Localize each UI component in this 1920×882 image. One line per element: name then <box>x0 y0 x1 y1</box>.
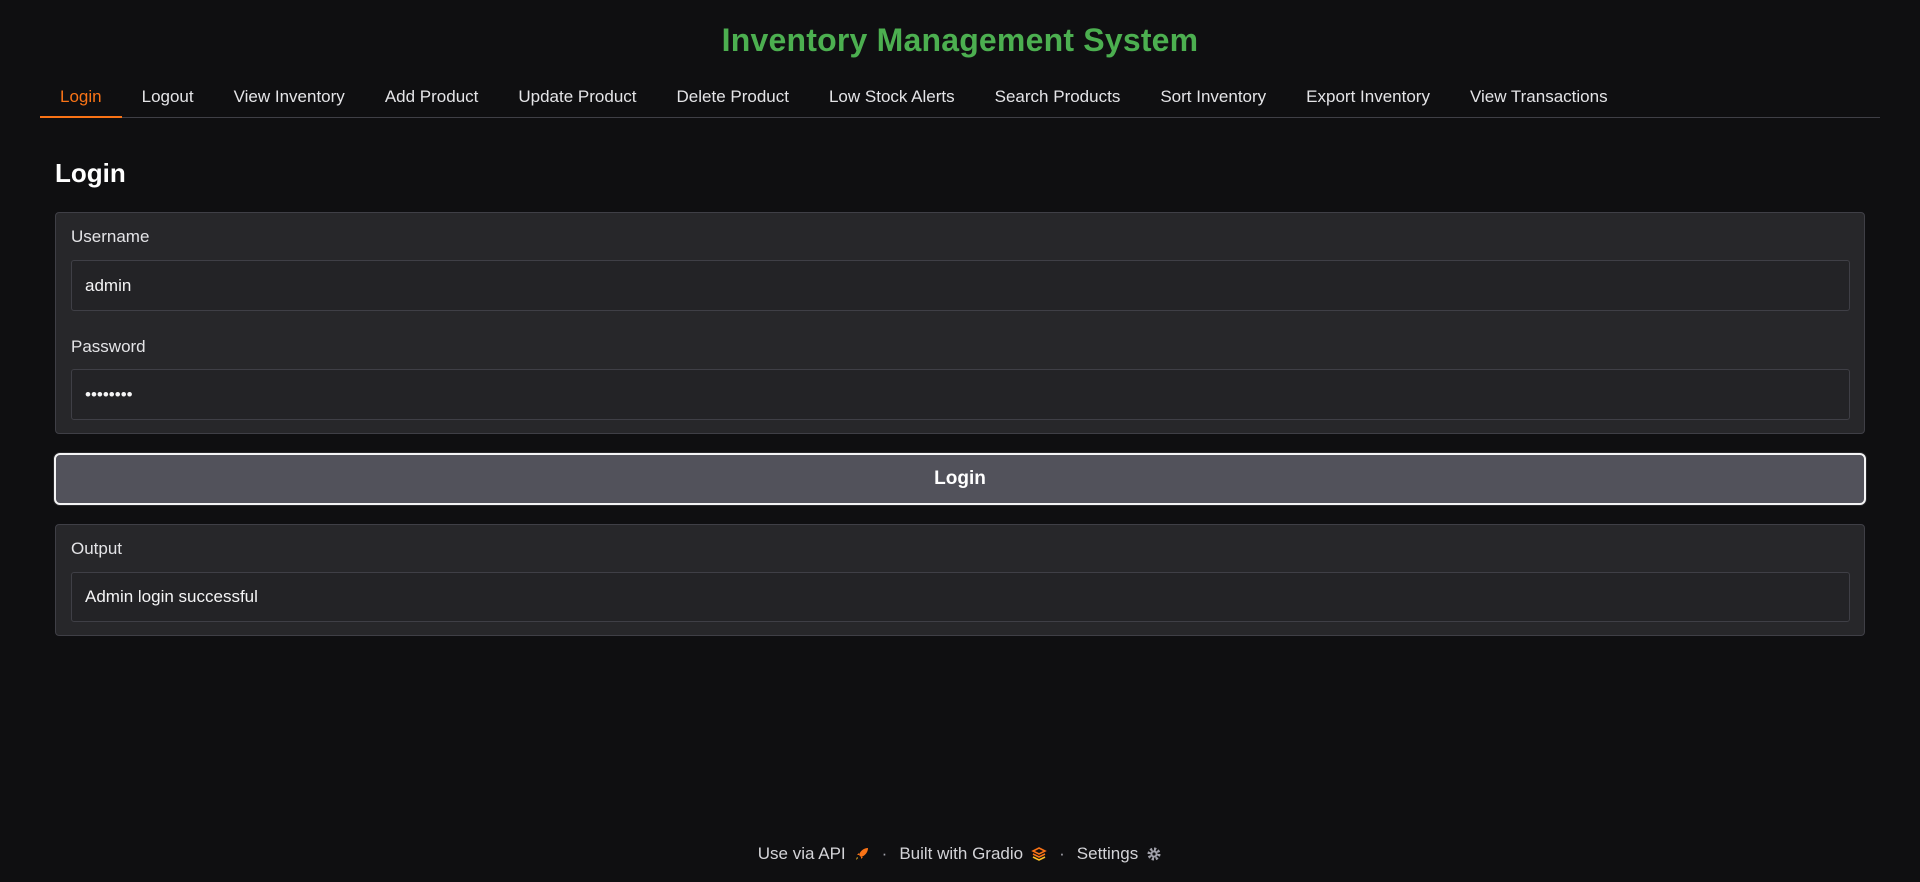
tab-low-stock-alerts[interactable]: Low Stock Alerts <box>809 82 975 118</box>
section-title: Login <box>55 158 126 188</box>
built-with-gradio-label: Built with Gradio <box>899 844 1024 863</box>
footer-separator: · <box>1059 844 1065 863</box>
tab-delete-product[interactable]: Delete Product <box>657 82 809 118</box>
settings-label: Settings <box>1076 844 1139 863</box>
tab-update-product[interactable]: Update Product <box>498 82 656 118</box>
login-button[interactable]: Login <box>54 453 1866 505</box>
use-via-api-label: Use via API <box>757 844 846 863</box>
gradio-logo-icon <box>1031 846 1047 862</box>
username-label: Username <box>71 227 150 246</box>
tab-view-inventory[interactable]: View Inventory <box>214 82 365 118</box>
output-label: Output <box>71 539 123 558</box>
output-panel: Output Admin login successful <box>55 524 1865 636</box>
gear-icon <box>1146 846 1162 862</box>
tab-logout[interactable]: Logout <box>122 82 214 118</box>
rocket-icon <box>854 846 870 862</box>
tab-export-inventory[interactable]: Export Inventory <box>1286 82 1450 118</box>
tab-sort-inventory[interactable]: Sort Inventory <box>1140 82 1286 118</box>
tab-search-products[interactable]: Search Products <box>975 82 1141 118</box>
tab-bar: Login Logout View Inventory Add Product … <box>40 82 1880 118</box>
footer: Use via API · Built with Gradio · Settin… <box>0 844 1920 864</box>
built-with-gradio-link[interactable]: Built with Gradio <box>899 844 1047 864</box>
use-via-api-link[interactable]: Use via API <box>758 844 870 864</box>
username-input[interactable] <box>71 260 1850 311</box>
output-textbox[interactable]: Admin login successful <box>71 572 1850 622</box>
password-input[interactable] <box>71 369 1850 420</box>
app-title: Inventory Management System <box>721 22 1199 58</box>
password-label: Password <box>71 337 146 356</box>
tab-view-transactions[interactable]: View Transactions <box>1450 82 1628 118</box>
settings-link[interactable]: Settings <box>1077 844 1162 864</box>
tab-login[interactable]: Login <box>40 82 122 118</box>
footer-separator: · <box>881 844 888 863</box>
tab-add-product[interactable]: Add Product <box>365 82 499 118</box>
login-form: Username Password <box>55 212 1865 434</box>
